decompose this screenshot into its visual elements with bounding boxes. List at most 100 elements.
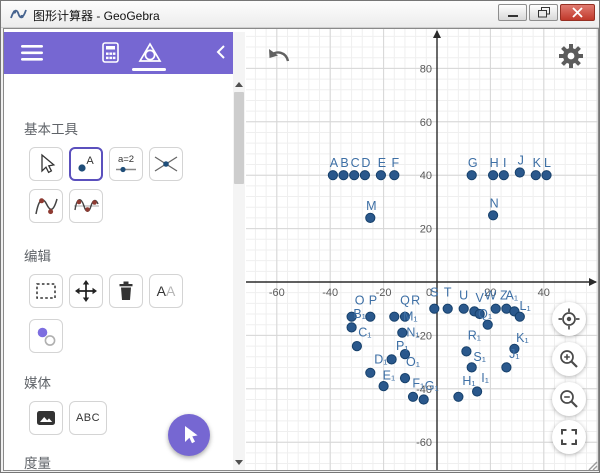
zoom-in-icon [557, 347, 581, 371]
settings-button[interactable] [556, 42, 586, 70]
target-icon [557, 307, 581, 331]
trash-icon [113, 278, 139, 304]
svg-text:P: P [369, 294, 377, 308]
zoom-in-button[interactable] [552, 342, 586, 376]
app-window: 图形计算器 - GeoGebra [0, 0, 600, 473]
svg-text:W: W [484, 288, 496, 302]
svg-text:L: L [544, 156, 551, 170]
section-media: 媒体 [24, 372, 51, 392]
fullscreen-icon [557, 425, 581, 449]
svg-text:K₁: K₁ [516, 331, 529, 345]
minimize-button[interactable] [498, 4, 527, 21]
svg-text:T: T [444, 286, 452, 300]
tool-roots[interactable] [69, 189, 103, 223]
svg-text:40: 40 [538, 287, 550, 299]
svg-text:D₁: D₁ [374, 352, 387, 366]
gear-icon [558, 43, 584, 69]
standard-view-button[interactable] [552, 302, 586, 336]
extremum-curve-icon [33, 193, 60, 220]
svg-text:A₁: A₁ [506, 288, 519, 302]
cursor-icon [33, 151, 59, 177]
tool-intersect[interactable] [149, 147, 183, 181]
triangle-down-icon [235, 460, 243, 465]
tool-select-region[interactable] [29, 274, 63, 308]
move-tool-fab[interactable] [168, 414, 210, 456]
tool-select[interactable] [29, 147, 63, 181]
point-letter: A [86, 155, 94, 167]
close-button[interactable] [560, 4, 595, 21]
svg-text:-60: -60 [416, 437, 432, 449]
svg-text:V: V [476, 291, 485, 305]
collapse-panel-button[interactable] [216, 44, 226, 65]
undo-button[interactable] [264, 42, 294, 70]
scroll-up-button[interactable] [234, 78, 244, 90]
titlebar[interactable]: 图形计算器 - GeoGebra [1, 1, 599, 28]
svg-text:P₁: P₁ [396, 339, 409, 353]
tool-delete[interactable] [109, 274, 143, 308]
slider-icon: a=2 [112, 151, 140, 177]
svg-text:A: A [330, 156, 339, 170]
show-hide-icon [33, 323, 59, 349]
marquee-icon [33, 278, 59, 304]
svg-text:40: 40 [420, 170, 432, 182]
svg-text:N: N [490, 196, 499, 210]
svg-text:I₁: I₁ [481, 371, 489, 385]
svg-text:E₁: E₁ [383, 368, 396, 382]
intersect-icon [152, 151, 180, 177]
zoom-out-icon [557, 387, 581, 411]
move-icon [73, 278, 99, 304]
tool-text-style[interactable]: AA [149, 274, 183, 308]
point-icon [78, 164, 85, 171]
svg-text:J₁: J₁ [509, 347, 519, 361]
svg-text:B₁: B₁ [353, 307, 366, 321]
geogebra-logo-icon [10, 6, 27, 28]
section-edit: 编辑 [24, 245, 51, 265]
svg-text:80: 80 [420, 63, 432, 75]
svg-text:C: C [351, 156, 360, 170]
tool-move[interactable] [69, 274, 103, 308]
active-tab-underline [132, 68, 166, 71]
tools-sidebar: 基本工具 A a=2 [4, 29, 245, 470]
tool-extremum[interactable] [29, 189, 63, 223]
sidebar-header [4, 32, 233, 74]
svg-text:Q: Q [400, 294, 410, 308]
scrollbar-thumb[interactable] [234, 92, 244, 184]
chevron-left-icon [216, 44, 226, 60]
tool-image[interactable] [29, 401, 63, 435]
abc-label: ABC [76, 412, 100, 424]
calculator-icon [102, 42, 120, 63]
section-measure: 度量 [24, 452, 51, 470]
close-icon [572, 7, 583, 18]
svg-text:U: U [459, 288, 468, 302]
svg-text:F: F [391, 156, 399, 170]
cursor-icon [177, 423, 201, 447]
resize-grip[interactable] [586, 459, 598, 471]
text-style-light-a: A [166, 283, 175, 299]
restore-button[interactable] [529, 4, 558, 21]
fullscreen-button[interactable] [552, 420, 586, 454]
scroll-down-button[interactable] [234, 456, 244, 468]
coordinate-plane[interactable]: -60-40-200204080604020-20-40-60ABCDEFGHI… [246, 29, 598, 470]
graphics-view[interactable]: -60-40-200204080604020-20-40-60ABCDEFGHI… [246, 29, 598, 470]
tool-point[interactable]: A [69, 147, 103, 181]
zoom-out-button[interactable] [552, 382, 586, 416]
tab-calculator[interactable] [102, 42, 120, 68]
section-basic-tools: 基本工具 [24, 118, 78, 138]
menu-button[interactable] [21, 44, 43, 67]
svg-text:H₁: H₁ [462, 374, 475, 388]
triangle-up-icon [235, 82, 243, 87]
svg-text:L₁: L₁ [520, 299, 531, 313]
svg-text:G: G [468, 156, 478, 170]
svg-text:D: D [361, 156, 370, 170]
image-icon [33, 405, 59, 431]
tab-geometry-tools[interactable] [138, 42, 162, 69]
roots-curve-icon [73, 193, 100, 220]
restore-icon [538, 7, 550, 18]
tool-show-hide-object[interactable] [29, 319, 63, 353]
svg-text:I: I [503, 156, 506, 170]
tool-text[interactable]: ABC [69, 401, 107, 435]
sidebar-scrollbar[interactable] [233, 32, 245, 470]
svg-text:C₁: C₁ [358, 326, 371, 340]
svg-text:R₁: R₁ [468, 328, 481, 342]
tool-slider[interactable]: a=2 [109, 147, 143, 181]
